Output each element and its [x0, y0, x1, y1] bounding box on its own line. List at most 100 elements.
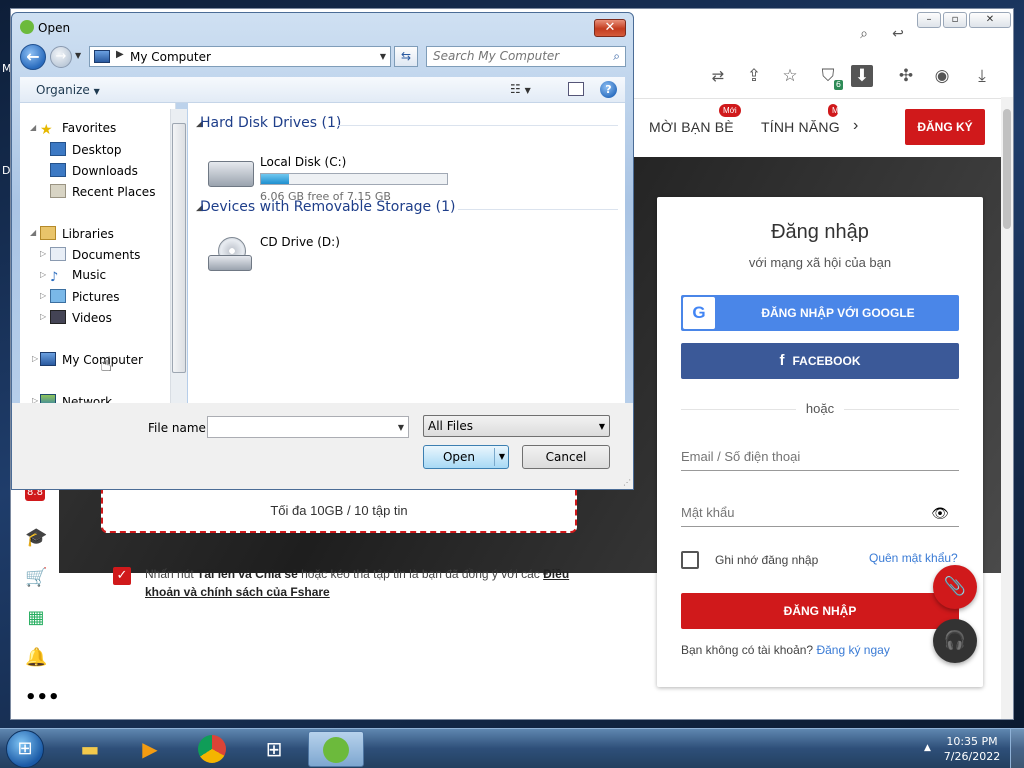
attachment-fab-icon[interactable]: 📎	[933, 565, 977, 609]
local-disk-item[interactable]: Local Disk (C:) 6.06 GB free of 7.15 GB	[196, 149, 456, 203]
page-scrollbar-thumb[interactable]	[1003, 109, 1011, 229]
bookmark-star-icon[interactable]: ☆	[779, 65, 801, 87]
puzzle-extensions-icon[interactable]: ✣	[895, 65, 917, 87]
taskbar-clock[interactable]: 10:35 PM 7/26/2022	[938, 734, 1006, 764]
dialog-command-bar: Organize ▼ ☷ ▼ ?	[20, 77, 625, 103]
email-field[interactable]	[681, 443, 959, 471]
shopping-cart-icon[interactable]: 🛒	[25, 567, 47, 589]
organize-button[interactable]: Organize ▼	[36, 83, 100, 97]
show-password-eye-icon[interactable]: 👁	[929, 507, 951, 521]
nav-next-chevron-icon[interactable]: ›	[853, 117, 859, 135]
address-dropdown-icon[interactable]: ▼	[380, 52, 386, 61]
forgot-password-link[interactable]: Quên mật khẩu?	[869, 551, 958, 565]
maximize-button[interactable]: ▫	[943, 12, 967, 28]
address-bar[interactable]: ▶ My Computer ▼	[89, 46, 391, 67]
cd-drive-item[interactable]: CD Drive (D:)	[196, 233, 396, 279]
support-headset-fab-icon[interactable]: 🎧	[933, 619, 977, 663]
content-pane: ◢ Hard Disk Drives (1) Local Disk (C:) 6…	[188, 103, 625, 403]
nav-documents-label: Documents	[72, 248, 141, 262]
back-arrow-icon[interactable]: ←	[20, 44, 46, 70]
filename-input[interactable]: ▼	[207, 416, 409, 438]
nav-downloads[interactable]: Downloads	[50, 163, 138, 182]
nav-music[interactable]: ♪ Music	[50, 268, 106, 287]
help-icon[interactable]: ?	[600, 81, 617, 98]
group-hard-disk-drives[interactable]: Hard Disk Drives (1)	[200, 115, 341, 131]
dialog-close-button[interactable]: ✕	[594, 19, 626, 37]
search-box[interactable]: ⌕	[426, 46, 626, 67]
signup-link[interactable]: Đăng ký ngay	[816, 643, 889, 657]
filename-dropdown-icon[interactable]: ▼	[398, 423, 404, 432]
group-removable-storage[interactable]: Devices with Removable Storage (1)	[200, 199, 455, 215]
facebook-icon: f	[779, 352, 785, 369]
explorer-taskbar-button[interactable]: ▬	[62, 731, 118, 767]
nav-recent-places[interactable]: Recent Places	[50, 184, 155, 203]
change-view-button[interactable]: ☷ ▼	[510, 82, 550, 96]
remember-checkbox[interactable]	[681, 551, 699, 569]
show-desktop-button[interactable]	[1010, 729, 1024, 768]
close-window-button[interactable]: ✕	[969, 12, 1011, 28]
nav-pane-scrollbar[interactable]	[170, 109, 187, 405]
nav-videos[interactable]: Videos	[50, 310, 112, 329]
remember-label: Ghi nhớ đăng nhập	[715, 553, 819, 567]
nav-favorites[interactable]: ★ Favorites	[40, 121, 116, 140]
nav-invite-friends[interactable]: MỜI BẠN BÈ	[649, 119, 734, 135]
page-scrollbar[interactable]	[1001, 97, 1013, 719]
profile-icon[interactable]: ◉	[931, 65, 953, 87]
back-history-icon[interactable]: ↩	[887, 23, 909, 45]
expand-triangle-icon[interactable]: ◢	[30, 123, 36, 132]
notification-bell-icon[interactable]: 🔔	[25, 647, 47, 669]
spreadsheet-icon[interactable]: ▦	[25, 607, 47, 629]
collapse-triangle-icon[interactable]: ▷	[32, 354, 38, 363]
cancel-button[interactable]: Cancel	[522, 445, 610, 469]
taskbar: ⊞ ▬ ▶ ⊞ ▲ 10:35 PM 7/26/2022	[0, 728, 1024, 768]
graduation-cap-icon[interactable]: 🎓	[25, 527, 47, 549]
translate-icon[interactable]: ⇄	[707, 65, 729, 87]
start-button[interactable]: ⊞	[6, 730, 44, 768]
open-options-dropdown-icon[interactable]: ▼	[499, 446, 505, 468]
tray-expand-icon[interactable]: ▲	[924, 743, 931, 753]
group-divider	[338, 125, 618, 126]
facebook-login-button[interactable]: f FACEBOOK	[681, 343, 959, 379]
more-options-icon[interactable]: •••	[25, 687, 60, 709]
folder-icon: ▬	[80, 737, 100, 761]
forward-arrow-icon[interactable]: →	[50, 46, 72, 68]
resize-grip-icon[interactable]: ⋰	[623, 478, 631, 487]
open-button[interactable]: Open ▼	[423, 445, 509, 469]
share-icon[interactable]: ⇪	[743, 65, 765, 87]
search-input[interactable]	[433, 49, 603, 63]
password-field[interactable]	[681, 499, 959, 527]
search-tab-icon[interactable]: ⌕	[853, 23, 875, 45]
collapse-triangle-icon[interactable]: ▷	[40, 312, 46, 321]
nav-my-computer[interactable]: My Computer	[40, 352, 143, 371]
nav-documents[interactable]: Documents	[50, 247, 140, 266]
shield-extension-icon[interactable]: ⛉ 6	[817, 65, 843, 90]
windows-explorer-taskbar-button[interactable]: ⊞	[246, 731, 302, 767]
file-type-select[interactable]: All Files ▼	[423, 415, 610, 437]
google-login-button[interactable]: G ĐĂNG NHẬP VỚI GOOGLE	[681, 295, 959, 331]
breadcrumb-separator-icon[interactable]: ▶	[116, 49, 124, 60]
no-account-text: Bạn không có tài khoản?	[681, 643, 817, 657]
preview-pane-icon[interactable]	[568, 82, 584, 96]
nav-pane-scrollbar-thumb[interactable]	[172, 123, 186, 373]
downloads-icon[interactable]: ⤓	[971, 65, 993, 87]
coccoc-browser-taskbar-button[interactable]	[308, 731, 364, 767]
collapse-triangle-icon[interactable]: ▷	[40, 249, 46, 258]
download-extension-icon[interactable]: ⬇	[851, 65, 873, 87]
collapse-triangle-icon[interactable]: ▷	[40, 270, 46, 279]
media-player-taskbar-button[interactable]: ▶	[122, 731, 178, 767]
nav-desktop[interactable]: Desktop	[50, 142, 122, 161]
expand-triangle-icon[interactable]: ◢	[30, 228, 36, 237]
history-dropdown-icon[interactable]: ▼	[75, 51, 81, 60]
collapse-triangle-icon[interactable]: ▷	[40, 291, 46, 300]
refresh-icon[interactable]: ⇆	[394, 46, 418, 67]
nav-libraries[interactable]: Libraries	[40, 226, 114, 245]
nav-pictures[interactable]: Pictures	[50, 289, 120, 308]
nav-features[interactable]: TÍNH NĂNG	[761, 119, 840, 135]
agree-checkbox[interactable]: ✓	[113, 567, 131, 585]
register-button[interactable]: ĐĂNG KÝ	[905, 109, 985, 145]
dialog-app-icon	[20, 20, 34, 34]
minimize-button[interactable]: –	[917, 12, 941, 28]
search-icon[interactable]: ⌕	[613, 49, 620, 64]
login-submit-button[interactable]: ĐĂNG NHẬP	[681, 593, 959, 629]
chrome-taskbar-button[interactable]	[184, 731, 240, 767]
